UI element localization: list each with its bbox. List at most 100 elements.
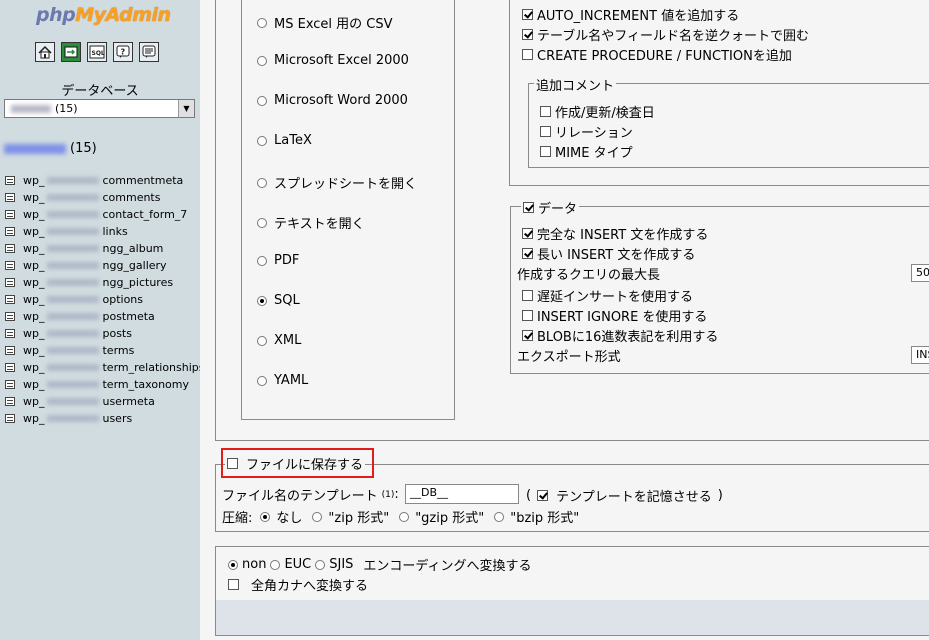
table-list-item[interactable]: wp_ users	[5, 410, 205, 427]
highlight-box	[221, 448, 374, 478]
table-list-item[interactable]: wp_ term_relationships	[5, 359, 205, 376]
table-list-item[interactable]: wp_ usermeta	[5, 393, 205, 410]
table-list-item[interactable]: wp_ options	[5, 291, 205, 308]
encoding-footer-bar	[216, 600, 929, 635]
current-database-link[interactable]: (15)	[4, 141, 97, 156]
table-prefix: wp_	[23, 259, 45, 272]
table-icon[interactable]	[5, 329, 15, 338]
compression-label: "bzip 形式"	[510, 511, 580, 526]
table-prefix: wp_	[23, 395, 45, 408]
filename-template-row: ファイル名のテンプレート (1):	[222, 487, 399, 504]
table-list: wp_ commentmeta wp_ comments wp_ contact_form…	[5, 172, 205, 427]
blurred-table-prefix	[47, 211, 100, 218]
compression-radio[interactable]	[312, 511, 323, 522]
table-icon[interactable]	[5, 397, 15, 406]
table-name: ngg_pictures	[102, 276, 174, 289]
table-prefix: wp_	[23, 310, 45, 323]
kana-convert-checkbox[interactable]	[228, 579, 239, 590]
encoding-option[interactable]: SJIS	[315, 557, 353, 572]
table-icon[interactable]	[5, 295, 15, 304]
blurred-table-prefix	[47, 347, 100, 354]
query-window-icon[interactable]	[61, 42, 81, 62]
blurred-db-name	[11, 105, 51, 113]
compression-label: なし	[276, 511, 303, 526]
kana-convert-option[interactable]: 全角カナへ変換する	[228, 575, 368, 594]
table-list-item[interactable]: wp_ postmeta	[5, 308, 205, 325]
compression-radio[interactable]	[494, 511, 505, 522]
filename-template-input[interactable]: __DB__	[405, 484, 519, 504]
remember-template-checkbox[interactable]	[537, 490, 549, 501]
compression-options: なし "zip 形式" "gzip 形式" "bzip 形式"	[252, 507, 579, 526]
table-icon[interactable]	[5, 244, 15, 253]
table-list-item[interactable]: wp_ comments	[5, 189, 205, 206]
table-icon[interactable]	[5, 363, 15, 372]
table-prefix: wp_	[23, 242, 45, 255]
table-icon[interactable]	[5, 414, 15, 423]
encoding-label: SJIS	[329, 557, 354, 572]
table-prefix: wp_	[23, 276, 45, 289]
table-list-item[interactable]: wp_ ngg_gallery	[5, 257, 205, 274]
table-icon[interactable]	[5, 261, 15, 270]
table-name: users	[102, 412, 133, 425]
table-name: comments	[102, 191, 161, 204]
left-navigation: phpMyAdmin SQL ? データベース (15) ▼ (15) wp_ c…	[0, 0, 205, 640]
compression-radio[interactable]	[399, 511, 410, 522]
docs-icon[interactable]	[139, 42, 159, 62]
database-select[interactable]: (15) ▼	[4, 99, 195, 118]
table-prefix: wp_	[23, 412, 45, 425]
encoding-row: non EUC SJIS エンコーディングへ変換する	[228, 555, 532, 574]
encoding-option[interactable]: EUC	[270, 557, 311, 572]
table-list-item[interactable]: wp_ links	[5, 223, 205, 240]
compression-radio[interactable]	[260, 511, 271, 522]
encoding-radio[interactable]	[228, 559, 238, 570]
table-list-item[interactable]: wp_ posts	[5, 325, 205, 342]
table-name: ngg_album	[102, 242, 164, 255]
table-name: usermeta	[102, 395, 155, 408]
svg-text:?: ?	[121, 48, 126, 57]
table-icon[interactable]	[5, 210, 15, 219]
nav-icon-bar: SQL ?	[35, 42, 159, 62]
chevron-down-icon[interactable]: ▼	[178, 100, 194, 117]
encoding-radio[interactable]	[315, 559, 326, 570]
table-list-item[interactable]: wp_ terms	[5, 342, 205, 359]
compression-option[interactable]: "gzip 形式"	[399, 507, 484, 526]
blurred-table-prefix	[47, 228, 100, 235]
table-icon[interactable]	[5, 176, 15, 185]
table-list-item[interactable]: wp_ commentmeta	[5, 172, 205, 189]
encoding-label: non	[242, 557, 267, 572]
encoding-options: non EUC SJIS	[228, 557, 357, 572]
home-icon[interactable]	[35, 42, 55, 62]
help-icon[interactable]: ?	[113, 42, 133, 62]
sql-icon[interactable]: SQL	[87, 42, 107, 62]
svg-text:SQL: SQL	[92, 50, 105, 57]
table-icon[interactable]	[5, 193, 15, 202]
blurred-db-name	[4, 143, 66, 154]
blurred-table-prefix	[47, 296, 100, 303]
encoding-radio[interactable]	[270, 559, 281, 570]
table-icon[interactable]	[5, 278, 15, 287]
blurred-table-prefix	[47, 330, 100, 337]
current-database-count: (15)	[70, 141, 97, 156]
table-icon[interactable]	[5, 380, 15, 389]
compression-option[interactable]: なし	[260, 507, 302, 526]
table-name: terms	[102, 344, 135, 357]
table-list-item[interactable]: wp_ ngg_pictures	[5, 274, 205, 291]
table-list-item[interactable]: wp_ ngg_album	[5, 240, 205, 257]
encoding-option[interactable]: non	[228, 557, 266, 572]
table-list-item[interactable]: wp_ contact_form_7	[5, 206, 205, 223]
table-prefix: wp_	[23, 327, 45, 340]
compression-option[interactable]: "bzip 形式"	[494, 507, 579, 526]
table-list-item[interactable]: wp_ term_taxonomy	[5, 376, 205, 393]
table-icon[interactable]	[5, 346, 15, 355]
table-prefix: wp_	[23, 208, 45, 221]
remember-template-option[interactable]: ( テンプレートを記憶させる )	[526, 486, 723, 505]
table-icon[interactable]	[5, 312, 15, 321]
compression-label: "zip 形式"	[328, 511, 390, 526]
phpmyadmin-logo[interactable]: phpMyAdmin	[36, 4, 171, 26]
table-icon[interactable]	[5, 227, 15, 236]
blurred-table-prefix	[47, 398, 100, 405]
compression-option[interactable]: "zip 形式"	[312, 507, 389, 526]
table-prefix: wp_	[23, 225, 45, 238]
blurred-table-prefix	[47, 415, 100, 422]
blurred-table-prefix	[47, 313, 100, 320]
